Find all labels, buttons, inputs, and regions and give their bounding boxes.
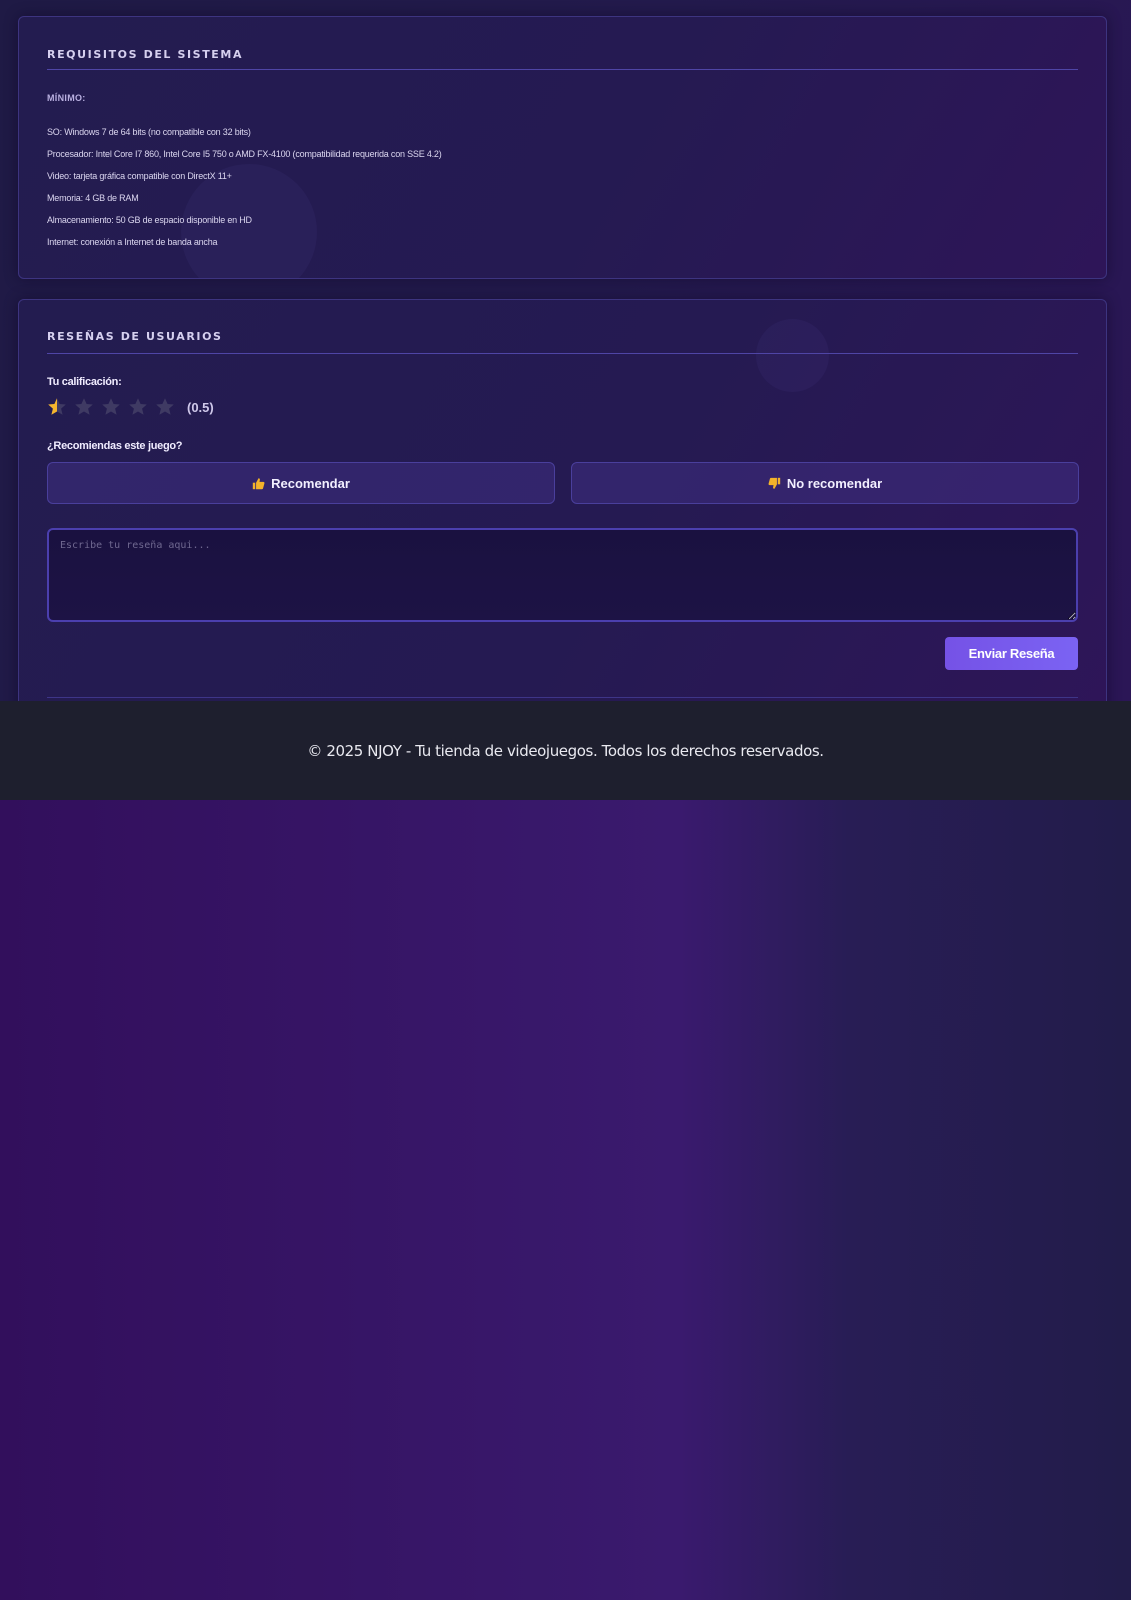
title-divider <box>47 353 1078 354</box>
thumbs-down-icon <box>768 477 780 489</box>
requirement-os: SO: Windows 7 de 64 bits (no compatible … <box>47 127 251 137</box>
requirement-internet: Internet: conexión a Internet de banda a… <box>47 237 218 247</box>
requirement-memory: Memoria: 4 GB de RAM <box>47 193 139 203</box>
thumbs-up-icon <box>252 477 265 489</box>
footer: © 2025 NJOY - Tu tienda de videojuegos. … <box>0 701 1131 800</box>
user-reviews-card: RESEÑAS DE USUARIOS Tu calificación: (0.… <box>18 299 1107 701</box>
rating-value: (0.5) <box>187 399 214 415</box>
content-area: REQUISITOS DEL SISTEMA MÍNIMO: SO: Windo… <box>0 0 1131 701</box>
reviews-title: RESEÑAS DE USUARIOS <box>47 330 223 343</box>
star-icon <box>129 398 147 415</box>
review-textarea[interactable] <box>47 528 1078 622</box>
recommend-question: ¿Recomiendas este juego? <box>47 440 183 452</box>
requirements-list: SO: Windows 7 de 64 bits (no compatible … <box>47 121 442 253</box>
star-icon <box>102 398 120 415</box>
recommend-label: Recomendar <box>271 475 350 491</box>
footer-text: © 2025 NJOY - Tu tienda de videojuegos. … <box>307 741 824 760</box>
star-rating[interactable]: (0.5) <box>47 394 214 420</box>
not-recommend-button[interactable]: No recomendar <box>571 462 1079 504</box>
not-recommend-label: No recomendar <box>786 475 883 491</box>
star-slots <box>47 397 182 417</box>
rating-label: Tu calificación: <box>47 376 122 388</box>
star-5[interactable] <box>155 397 175 417</box>
requirement-storage: Almacenamiento: 50 GB de espacio disponi… <box>47 215 252 225</box>
decorative-circle <box>756 319 829 392</box>
star-icon <box>75 398 93 415</box>
star-4[interactable] <box>128 397 148 417</box>
star-1[interactable] <box>47 397 67 417</box>
system-requirements-card: REQUISITOS DEL SISTEMA MÍNIMO: SO: Windo… <box>18 16 1107 279</box>
submit-review-button[interactable]: Enviar Reseña <box>945 637 1078 670</box>
star-icon <box>156 398 174 415</box>
title-divider <box>47 69 1078 70</box>
star-icon <box>48 398 66 415</box>
requirements-title: REQUISITOS DEL SISTEMA <box>47 48 244 61</box>
requirement-processor: Procesador: Intel Core I7 860, Intel Cor… <box>47 149 442 159</box>
section-divider <box>47 697 1078 698</box>
requirement-video: Video: tarjeta gráfica compatible con Di… <box>47 171 232 181</box>
star-3[interactable] <box>101 397 121 417</box>
star-2[interactable] <box>74 397 94 417</box>
recommend-button[interactable]: Recomendar <box>47 462 555 504</box>
minimum-heading: MÍNIMO: <box>47 93 86 103</box>
